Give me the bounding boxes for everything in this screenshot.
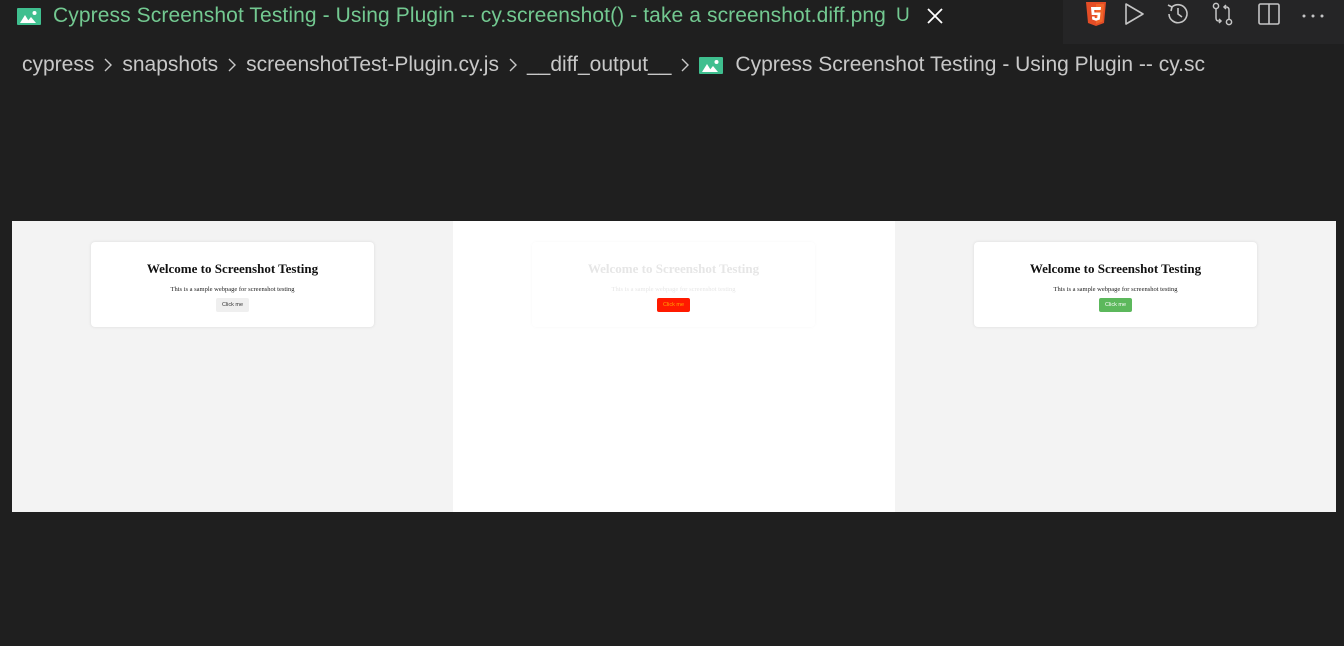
diff-panel: Welcome to Screenshot Testing This is a … [453,221,895,512]
card-heading: Welcome to Screenshot Testing [146,261,319,276]
chevron-right-icon [508,57,518,73]
close-icon[interactable] [924,5,946,27]
breadcrumb-file[interactable]: Cypress Screenshot Testing - Using Plugi… [735,53,1205,77]
card-text: This is a sample webpage for screenshot … [1053,286,1178,293]
active-editor-tab[interactable]: Cypress Screenshot Testing - Using Plugi… [0,0,1062,32]
split-editor-button[interactable] [1254,2,1284,30]
run-button[interactable] [1119,2,1149,30]
compare-changes-icon [1210,1,1236,32]
timeline-button[interactable] [1163,2,1193,30]
content-card: Welcome to Screenshot Testing This is a … [974,242,1257,327]
timeline-history-icon [1165,1,1191,32]
click-me-button: Click me [215,298,250,312]
open-preview-button[interactable] [1081,1,1111,32]
breadcrumb-item[interactable]: snapshots [122,53,218,77]
chevron-right-icon [227,57,237,73]
click-me-button-diff: Click me [656,298,691,312]
more-actions-icon [1301,7,1325,25]
chevron-right-icon [103,57,113,73]
breadcrumb-item[interactable]: screenshotTest-Plugin.cy.js [246,53,499,77]
html5-icon [1085,1,1107,32]
run-icon [1122,2,1146,31]
baseline-panel: Welcome to Screenshot Testing This is a … [12,221,453,512]
image-file-icon [17,7,41,25]
image-preview[interactable]: Welcome to Screenshot Testing This is a … [12,221,1336,512]
breadcrumb-item[interactable]: cypress [22,53,94,77]
open-changes-button[interactable] [1208,2,1238,30]
content-card: Welcome to Screenshot Testing This is a … [91,242,374,327]
card-heading: Welcome to Screenshot Testing [587,261,760,276]
editor-actions [1063,0,1344,44]
click-me-button: Click me [1098,298,1133,312]
breadcrumb-item[interactable]: __diff_output__ [527,53,671,77]
breadcrumb: cypress snapshots screenshotTest-Plugin.… [22,50,1205,80]
tab-title: Cypress Screenshot Testing - Using Plugi… [53,4,886,27]
card-text: This is a sample webpage for screenshot … [611,286,736,293]
chevron-right-icon [680,57,690,73]
untracked-status-badge: U [895,5,910,26]
image-file-icon [699,56,724,74]
current-panel: Welcome to Screenshot Testing This is a … [895,221,1336,512]
content-card: Welcome to Screenshot Testing This is a … [532,242,815,327]
editor-tab-bar: Cypress Screenshot Testing - Using Plugi… [0,0,1344,44]
card-heading: Welcome to Screenshot Testing [1029,261,1202,276]
split-editor-icon [1257,2,1281,31]
card-text: This is a sample webpage for screenshot … [170,286,295,293]
more-actions-button[interactable] [1298,2,1328,30]
